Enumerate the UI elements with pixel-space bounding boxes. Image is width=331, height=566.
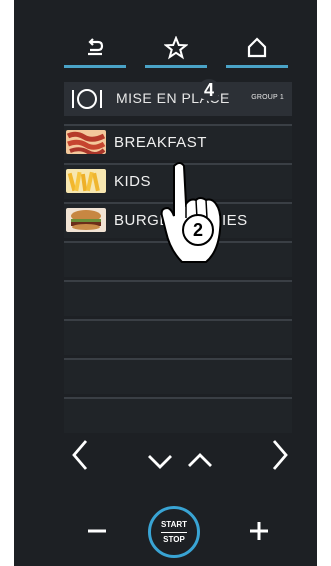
scroll-up-button[interactable]: [186, 452, 214, 470]
next-page-button[interactable]: [270, 438, 290, 472]
separator-line: [161, 531, 187, 533]
tab-underline: [226, 65, 288, 68]
previous-page-button[interactable]: [70, 438, 90, 472]
group-label: GROUP 1: [251, 94, 284, 101]
list-item-empty[interactable]: [64, 358, 292, 394]
back-arrow-icon: [88, 38, 104, 56]
list-item-label: BREAKFAST: [114, 134, 207, 151]
fries-thumbnail: [66, 169, 106, 193]
home-icon: [247, 37, 267, 58]
tab-underline: [64, 65, 126, 68]
back-button[interactable]: [64, 36, 126, 68]
list-item-empty[interactable]: [64, 280, 292, 316]
bottom-controls: START STOP: [14, 506, 317, 562]
start-label: START: [160, 519, 188, 529]
burger-thumbnail: [66, 208, 106, 232]
navigation-controls: [64, 432, 292, 492]
star-icon: [164, 36, 188, 60]
bacon-thumbnail: [66, 130, 106, 154]
menu-header: MISE EN PLACE GROUP 1: [64, 82, 292, 116]
list-item-empty[interactable]: [64, 397, 292, 433]
plate-cutlery-icon: [72, 89, 102, 109]
list-item-label: KIDS: [114, 173, 152, 190]
list-item-empty[interactable]: [64, 319, 292, 355]
top-navigation-bar: [14, 30, 317, 76]
device-screen: MISE EN PLACE GROUP 1 4 BREAKFAST KIDS B…: [14, 0, 317, 566]
scroll-down-button[interactable]: [146, 452, 174, 470]
plus-button[interactable]: [248, 520, 270, 542]
home-button[interactable]: [226, 36, 288, 68]
callout-step-4: 4: [198, 79, 220, 101]
favorites-button[interactable]: [145, 36, 207, 68]
start-stop-button[interactable]: START STOP: [148, 506, 200, 558]
minus-button[interactable]: [86, 528, 108, 534]
callout-step-2: 2: [182, 214, 214, 246]
stop-label: STOP: [163, 534, 185, 544]
list-item-breakfast[interactable]: BREAKFAST: [64, 124, 292, 160]
tab-underline: [145, 65, 207, 68]
